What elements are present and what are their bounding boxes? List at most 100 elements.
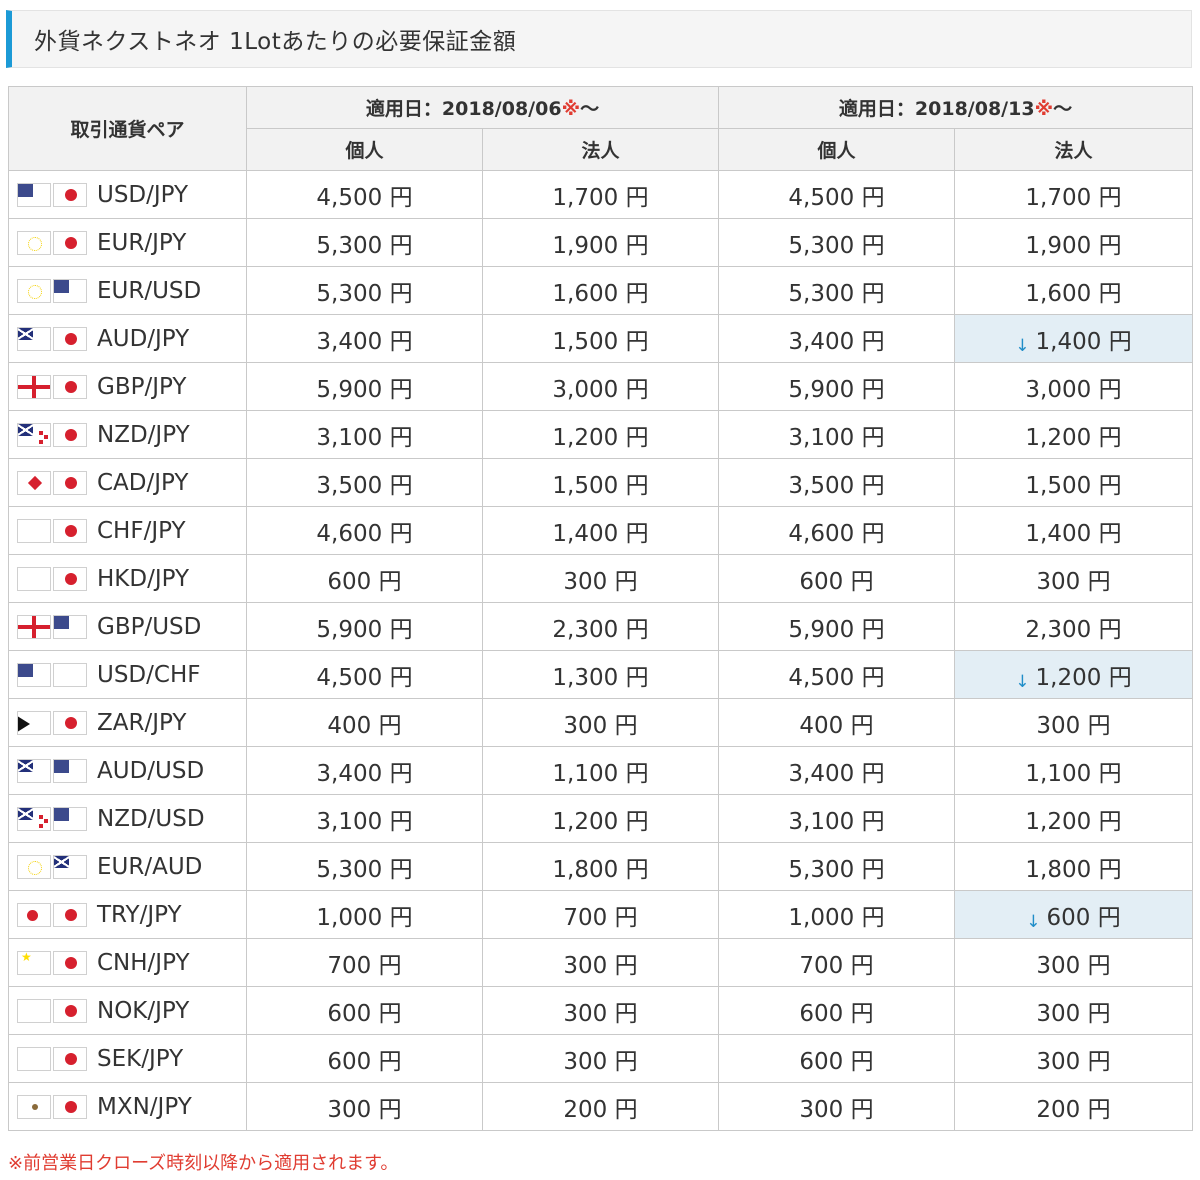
currency-pair-cell: EUR/USD [8,266,247,315]
sub-header-corporate: 法人 [482,128,719,171]
margin-value: 3,400 円 [316,760,413,787]
margin-value-cell: 1,600 円 [482,266,719,315]
japan-flag-icon [53,711,87,735]
pair-flags [17,711,89,735]
currency-pair-label: NOK/JPY [97,997,190,1024]
margin-value: 4,500 円 [788,664,885,691]
japan-flag-icon [53,183,87,207]
margin-value: 200 円 [563,1096,638,1123]
margin-value: 300 円 [563,712,638,739]
margin-value: 600 円 [799,1000,874,1027]
currency-pair-cell: CAD/JPY [8,458,247,507]
margin-value-cell: 300 円 [482,986,719,1035]
currency-pair-label: SEK/JPY [97,1045,184,1072]
margin-value-cell: 1,000 円 [246,890,483,939]
currency-pair-label: CAD/JPY [97,469,189,496]
margin-value-cell: 1,100 円 [482,746,719,795]
currency-pair-cell: AUD/USD [8,746,247,795]
margin-value-cell: 700 円 [718,938,955,987]
margin-value-cell: 1,200 円 [482,794,719,843]
margin-value-cell: 2,300 円 [954,602,1193,651]
turkey-flag-icon [17,903,51,927]
currency-pair-label: TRY/JPY [97,901,182,928]
japan-flag-icon [53,567,87,591]
japan-flag-icon [53,951,87,975]
table-row: CAD/JPY 3,500 円 1,500 円 3,500 円 1,500 円 [8,458,1193,507]
margin-value: 1,700 円 [552,184,649,211]
margin-value: 300 円 [563,1000,638,1027]
margin-value-cell: 3,100 円 [246,410,483,459]
table-row: AUD/USD 3,400 円 1,100 円 3,400 円 1,100 円 [8,746,1193,795]
us-flag-icon [17,183,51,207]
margin-value-cell: 1,300 円 [482,650,719,699]
margin-value: 4,500 円 [316,664,413,691]
margin-value: 5,300 円 [788,232,885,259]
pair-flags [17,519,89,543]
pair-flags [17,807,89,831]
margin-value: 5,900 円 [788,616,885,643]
norway-flag-icon [17,999,51,1023]
currency-pair-label: GBP/USD [97,613,202,640]
pair-flags [17,567,89,591]
currency-pair-label: NZD/JPY [97,421,190,448]
pair-flags [17,183,89,207]
margin-value: 300 円 [799,1096,874,1123]
pair-flags [17,903,89,927]
currency-pair-cell: GBP/JPY [8,362,247,411]
margin-value-cell-changed: ↓ 600 円 [954,890,1193,939]
margin-value-cell: 3,400 円 [246,314,483,363]
margin-value-cell: 3,100 円 [718,794,955,843]
margin-value: 2,300 円 [1025,616,1122,643]
currency-pair-cell: TRY/JPY [8,890,247,939]
margin-value-cell: 3,400 円 [718,746,955,795]
margin-value-cell: 1,400 円 [482,506,719,555]
margin-value: 1,700 円 [1025,184,1122,211]
margin-value-cell: 3,400 円 [718,314,955,363]
mexico-flag-icon [17,1095,51,1119]
margin-value-cell: 1,200 円 [954,794,1193,843]
margin-value: 1,100 円 [552,760,649,787]
margin-value: 1,800 円 [1025,856,1122,883]
margin-value-cell: 400 円 [718,698,955,747]
new-zealand-flag-icon [17,807,51,831]
margin-value-cell: 1,500 円 [482,314,719,363]
currency-pair-cell: EUR/AUD [8,842,247,891]
margin-value-cell: 3,500 円 [718,458,955,507]
japan-flag-icon [53,1095,87,1119]
pair-flags [17,231,89,255]
margin-value-cell: 3,100 円 [246,794,483,843]
switzerland-flag-icon [53,663,87,687]
margin-value-cell: 300 円 [718,1082,955,1131]
japan-flag-icon [53,231,87,255]
table-row: EUR/AUD 5,300 円 1,800 円 5,300 円 1,800 円 [8,842,1193,891]
margin-value-cell: 4,500 円 [718,650,955,699]
australia-flag-icon [17,759,51,783]
margin-value: 300 円 [1036,1048,1111,1075]
margin-value-cell: 3,500 円 [246,458,483,507]
currency-pair-label: EUR/JPY [97,229,187,256]
margin-value: 1,300 円 [552,664,649,691]
currency-pair-cell: MXN/JPY [8,1082,247,1131]
japan-flag-icon [53,423,87,447]
margin-value-cell: 4,500 円 [718,170,955,219]
pair-flags [17,327,89,351]
australia-flag-icon [17,327,51,351]
margin-value-cell: 700 円 [482,890,719,939]
margin-value: 3,100 円 [316,424,413,451]
currency-pair-cell: EUR/JPY [8,218,247,267]
margin-value: 1,200 円 [552,808,649,835]
margin-value: 5,300 円 [316,280,413,307]
currency-pair-label: USD/CHF [97,661,201,688]
margin-value: 300 円 [1036,1000,1111,1027]
currency-pair-label: EUR/USD [97,277,202,304]
margin-value: 1,900 円 [1025,232,1122,259]
currency-pair-cell: USD/JPY [8,170,247,219]
currency-pair-label: NZD/USD [97,805,205,832]
margin-value-cell: 4,600 円 [718,506,955,555]
margin-value: 700 円 [327,952,402,979]
sweden-flag-icon [17,1047,51,1071]
margin-value: 1,400 円 [1035,328,1132,355]
japan-flag-icon [53,903,87,927]
margin-value-cell: 1,800 円 [482,842,719,891]
currency-pair-cell: NZD/JPY [8,410,247,459]
